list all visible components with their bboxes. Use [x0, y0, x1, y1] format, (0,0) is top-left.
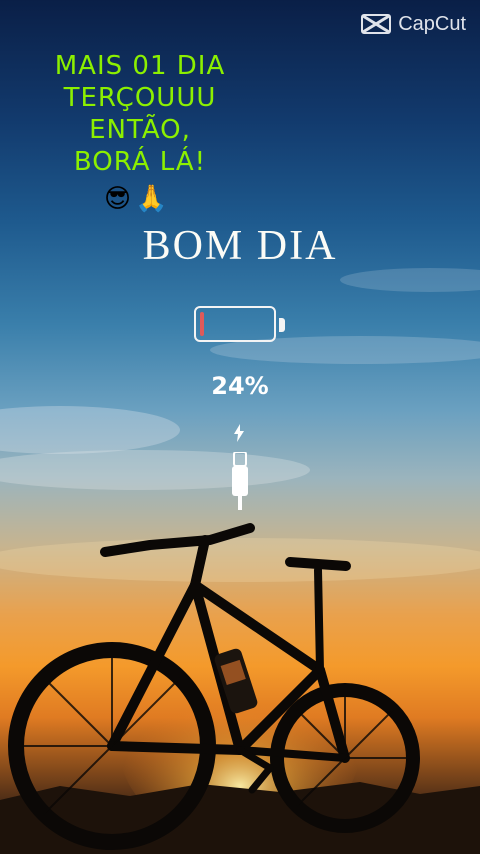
battery-icon — [194, 306, 276, 342]
bicycle-silhouette — [0, 523, 480, 854]
lightning-bolt-icon — [234, 424, 244, 442]
emoji-row: 😎🙏 — [104, 184, 172, 214]
capcut-logo-icon — [361, 14, 392, 34]
caption-line: BORÁ LÁ! — [73, 147, 207, 177]
caption-text: MAIS 01 DIA TERÇOUUU ENTÃO, BORÁ LÁ! — [30, 50, 250, 178]
battery-percent: 24% — [211, 372, 269, 400]
battery-fill — [200, 312, 204, 336]
caption-line: ENTÃO, — [89, 115, 191, 145]
screen: CapCut MAIS 01 DIA TERÇOUUU ENTÃO, BORÁ … — [0, 0, 480, 854]
caption-line: MAIS 01 DIA — [54, 51, 226, 81]
capcut-label: CapCut — [398, 12, 466, 35]
caption-line: TERÇOUUU — [63, 83, 217, 113]
battery-tip — [279, 318, 285, 332]
headline: BOM DIA — [142, 223, 338, 269]
capcut-watermark: CapCut — [360, 12, 466, 36]
